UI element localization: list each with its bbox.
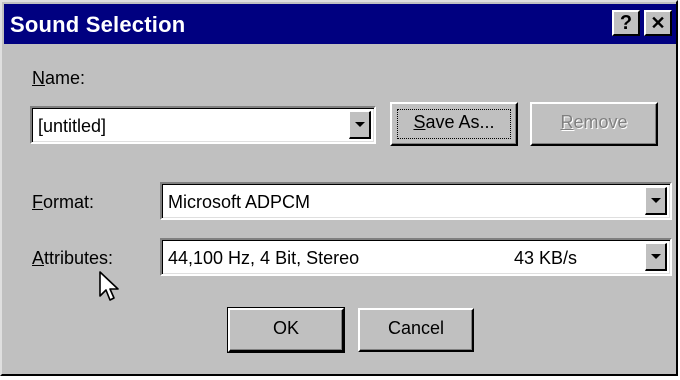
save-as-label: Save As... [413,112,495,132]
remove-label: Remove [560,112,628,132]
format-value: Microsoft ADPCM [168,192,311,212]
attributes-value: 44,100 Hz, 4 Bit, Stereo [168,248,360,268]
chevron-down-icon [355,122,365,127]
name-label: Name: [32,68,86,88]
window-title: Sound Selection [10,12,186,37]
format-dropdown-button[interactable] [645,187,667,215]
name-combobox[interactable]: [untitled] [30,106,376,144]
attributes-rate: 43 KB/s [514,248,578,268]
chevron-down-icon [651,198,661,203]
attributes-dropdown-button[interactable] [645,243,667,271]
ok-label: OK [272,318,299,338]
remove-button[interactable]: Remove [530,102,658,146]
save-as-button[interactable]: Save As... [390,102,518,146]
cancel-button[interactable]: Cancel [358,308,474,352]
attributes-combobox[interactable]: 44,100 Hz, 4 Bit, Stereo 43 KB/s [160,238,672,276]
sound-selection-dialog: Sound Selection ? ✕ Name: [untitled] Sav… [0,0,678,376]
name-dropdown-button[interactable] [349,111,371,139]
ok-button[interactable]: OK [227,307,345,353]
name-value: [untitled] [38,116,107,136]
mouse-pointer-icon [99,271,119,301]
help-button[interactable]: ? [612,10,640,36]
title-bar: Sound Selection ? ✕ [4,4,676,44]
close-button[interactable]: ✕ [644,10,672,36]
format-combobox[interactable]: Microsoft ADPCM [160,182,672,220]
chevron-down-icon [651,254,661,259]
attributes-label: Attributes: [32,248,114,268]
help-icon: ? [619,12,633,34]
cancel-label: Cancel [387,318,445,338]
format-label: Format: [32,192,95,212]
close-icon: ✕ [650,13,666,33]
